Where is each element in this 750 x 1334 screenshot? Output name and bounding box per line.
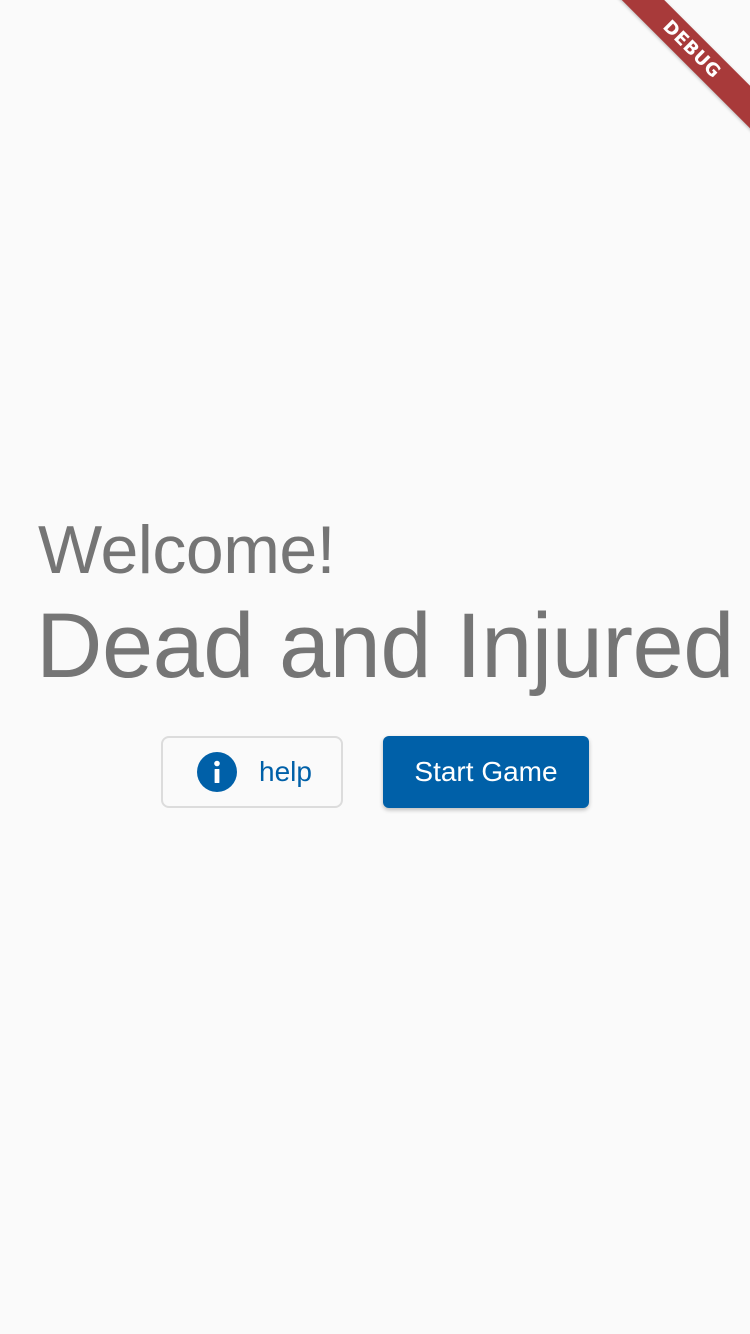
help-button[interactable]: help: [161, 736, 343, 808]
debug-banner-band: DEBUG: [603, 0, 750, 138]
info-icon: [197, 752, 237, 792]
debug-banner: DEBUG: [590, 0, 750, 160]
help-button-label: help: [259, 756, 312, 787]
start-game-button-label: Start Game: [414, 756, 558, 787]
game-title: Dead and Injured: [36, 595, 734, 697]
debug-banner-label: DEBUG: [658, 15, 726, 83]
welcome-heading: Welcome!: [38, 512, 336, 588]
start-game-button[interactable]: Start Game: [383, 736, 589, 808]
